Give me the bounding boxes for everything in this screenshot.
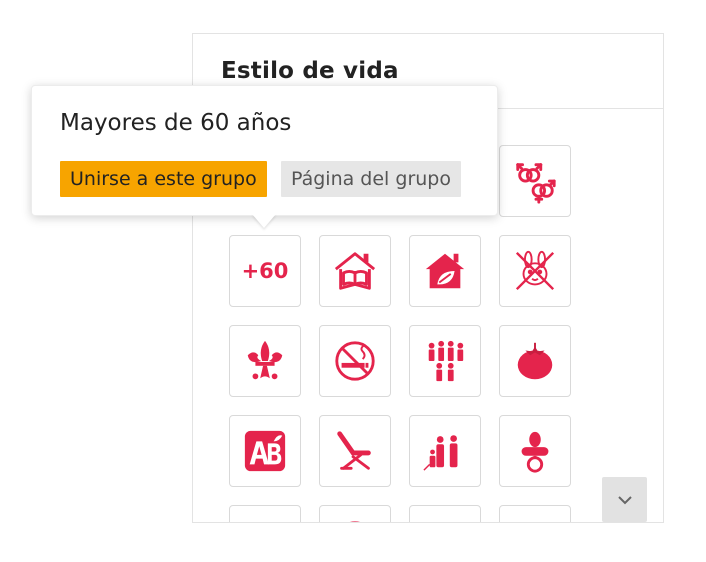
families-icon [428, 340, 464, 382]
tile-tomato[interactable] [499, 325, 571, 397]
tomato-icon [517, 342, 553, 380]
house-with-book-icon [334, 252, 376, 290]
eco-house-icon [425, 253, 465, 289]
join-group-button[interactable]: Unirse a este grupo [60, 161, 267, 197]
circle-icon [350, 521, 360, 522]
tile-row5-2[interactable] [319, 505, 391, 522]
tile-scouts[interactable] [229, 325, 301, 397]
no-animal-testing-icon [515, 250, 555, 291]
no-smoking-icon [335, 341, 375, 381]
tile-families[interactable] [409, 325, 481, 397]
tile-parents-child[interactable] [409, 415, 481, 487]
tooltip-title: Mayores de 60 años [60, 110, 292, 136]
group-tooltip: Mayores de 60 años Unirse a este grupo P… [31, 85, 498, 216]
tooltip-arrow [252, 214, 276, 228]
parents-child-icon [423, 435, 458, 471]
over-60-label: +60 [241, 259, 289, 283]
tile-house-book[interactable] [319, 235, 391, 307]
group-page-button[interactable]: Página del grupo [281, 161, 461, 197]
tile-no-smoking[interactable] [319, 325, 391, 397]
tile-row5-3[interactable] [409, 505, 481, 522]
tile-lounge-chair[interactable] [319, 415, 391, 487]
lounge-chair-icon [337, 431, 371, 470]
tile-gender-symbols[interactable] [499, 145, 571, 217]
gender-symbols-icon [516, 163, 556, 204]
scroll-down-button[interactable] [602, 477, 647, 522]
tile-organic[interactable] [229, 415, 301, 487]
chevron-down-icon [617, 495, 632, 504]
organic-ab-icon [244, 430, 286, 472]
pacifier-icon [521, 431, 549, 473]
tile-row5-4[interactable] [499, 505, 571, 522]
tile-eco-house[interactable] [409, 235, 481, 307]
scouts-fleur-de-lis-icon [247, 340, 283, 380]
tile-over-60[interactable]: +60 [229, 235, 301, 307]
tile-pacifier[interactable] [499, 415, 571, 487]
tile-row5-1[interactable] [229, 505, 301, 522]
panel-title: Estilo de vida [221, 58, 399, 84]
tile-no-animal-testing[interactable] [499, 235, 571, 307]
